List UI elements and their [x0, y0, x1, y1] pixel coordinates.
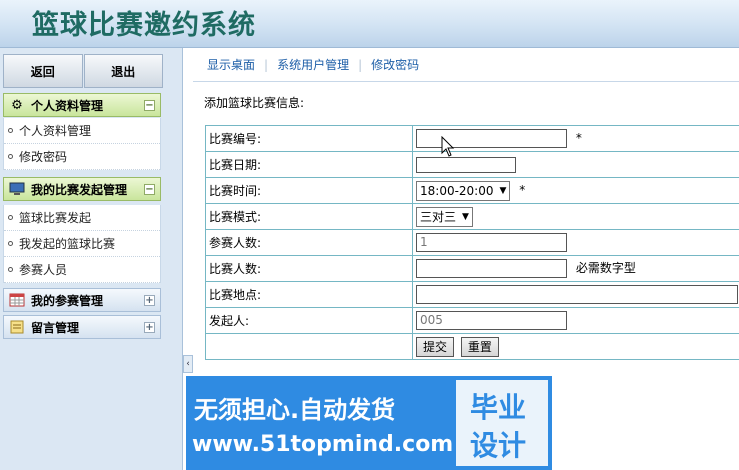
sidebar-item-change-password[interactable]: 修改密码	[4, 144, 160, 170]
logout-button[interactable]: 退出	[83, 54, 163, 88]
location-input[interactable]	[416, 285, 738, 304]
form-cell: 1	[412, 229, 739, 256]
sidebar-item-create-match[interactable]: 篮球比赛发起	[4, 205, 160, 231]
participants-label: 参赛人数:	[205, 229, 413, 256]
chevron-down-icon: ▼	[462, 211, 469, 222]
collapse-icon[interactable]: −	[144, 99, 155, 111]
chevron-down-icon: ▼	[499, 185, 507, 196]
form-cell: 提交 重置	[412, 333, 739, 360]
sidebar-item-label: 篮球比赛发起	[19, 211, 92, 225]
bullet-icon	[8, 154, 13, 159]
form-row: 比赛编号: *	[205, 125, 739, 152]
match-time-value: 18:00-20:00	[420, 183, 494, 198]
form-row: 参赛人数: 1	[205, 229, 739, 256]
form-cell	[412, 281, 739, 308]
panel-title: 我的参赛管理	[31, 293, 104, 308]
gear-icon: ⚙	[11, 97, 23, 113]
monitor-icon	[8, 181, 26, 197]
back-button[interactable]: 返回	[3, 54, 83, 88]
calendar-icon	[8, 292, 26, 308]
match-no-input[interactable]	[416, 129, 567, 148]
match-form: 比赛编号: * 比赛日期: 比赛时间: 18:00-20:00 ▼ * 比赛模式…	[205, 125, 739, 360]
match-mode-value: 三对三	[420, 210, 457, 224]
form-row: 比赛地点:	[205, 281, 739, 308]
match-time-select[interactable]: 18:00-20:00 ▼	[416, 180, 511, 201]
tab-user-management[interactable]: 系统用户管理	[277, 56, 349, 73]
form-row: 比赛日期:	[205, 151, 739, 178]
tab-change-password[interactable]: 修改密码	[371, 56, 419, 73]
panel-my-participation[interactable]: 我的参赛管理 +	[3, 288, 161, 312]
sidebar-item-my-created-matches[interactable]: 我发起的篮球比赛	[4, 231, 160, 257]
expand-icon[interactable]: +	[144, 321, 155, 333]
panel-title: 个人资料管理	[31, 98, 104, 113]
banner-box: 毕业 设计	[456, 380, 548, 466]
sidebar-item-label: 我发起的篮球比赛	[19, 237, 116, 251]
tab-show-desktop[interactable]: 显示桌面	[207, 56, 255, 73]
banner-box-text2: 设计	[470, 429, 527, 462]
panel-personal-info-body: 个人资料管理 修改密码	[3, 118, 161, 170]
required-mark: *	[519, 183, 526, 197]
watermark-banner: 无须担心.自动发货 www.51topmind.com 毕业 设计	[186, 376, 552, 470]
sidebar-item-label: 参赛人员	[19, 263, 68, 277]
panel-title: 我的比赛发起管理	[31, 182, 128, 197]
form-row: 发起人: 005	[205, 307, 739, 334]
sidebar-item-label: 修改密码	[19, 150, 68, 164]
match-mode-label: 比赛模式:	[205, 203, 413, 230]
form-cell: 005	[412, 307, 739, 334]
tab-divider: |	[358, 57, 363, 72]
form-cell	[412, 151, 739, 178]
expand-icon[interactable]: +	[144, 294, 155, 306]
match-mode-select[interactable]: 三对三 ▼	[416, 206, 473, 227]
collapse-icon[interactable]: −	[144, 183, 155, 195]
form-row: 比赛时间: 18:00-20:00 ▼ *	[205, 177, 739, 204]
sidebar-top-buttons: 返回 退出	[3, 54, 163, 88]
sidebar-item-profile[interactable]: 个人资料管理	[4, 118, 160, 144]
banner-line1: 无须担心.自动发货	[194, 396, 396, 424]
players-input[interactable]	[416, 259, 567, 278]
banner-url: www.51topmind.com	[192, 432, 454, 457]
form-row: 比赛人数: 必需数字型	[205, 255, 739, 282]
players-hint: 必需数字型	[575, 261, 636, 275]
match-date-input[interactable]	[416, 156, 516, 173]
sidebar-item-label: 个人资料管理	[19, 124, 92, 138]
form-cell: 必需数字型	[412, 255, 739, 282]
panel-my-matches[interactable]: 我的比赛发起管理 −	[3, 177, 161, 201]
reset-button[interactable]: 重置	[460, 336, 499, 357]
mouse-cursor-icon	[441, 136, 455, 157]
form-row: 比赛模式: 三对三 ▼	[205, 203, 739, 230]
location-label: 比赛地点:	[205, 281, 413, 308]
submit-button[interactable]: 提交	[416, 336, 455, 357]
panel-my-matches-body: 篮球比赛发起 我发起的篮球比赛 参赛人员	[3, 205, 161, 283]
form-cell: *	[412, 125, 739, 152]
form-cell: 三对三 ▼	[412, 203, 739, 230]
bullet-icon	[8, 128, 13, 133]
sidebar-collapse-icon[interactable]: ‹	[183, 355, 193, 373]
bullet-icon	[8, 241, 13, 246]
panel-messages[interactable]: 留言管理 +	[3, 315, 161, 339]
initiator-input[interactable]: 005	[416, 311, 567, 330]
app-header: 篮球比赛邀约系统	[0, 0, 739, 48]
note-icon	[8, 319, 26, 335]
match-time-label: 比赛时间:	[205, 177, 413, 204]
top-nav: 显示桌面 | 系统用户管理 | 修改密码	[193, 48, 739, 82]
panel-title: 留言管理	[31, 320, 80, 335]
sidebar-item-participants[interactable]: 参赛人员	[4, 257, 160, 283]
sidebar: 返回 退出 ⚙ 个人资料管理 − 个人资料管理 修改密码 我的比赛发起管理 − …	[0, 48, 183, 470]
panel-personal-info[interactable]: ⚙ 个人资料管理 −	[3, 93, 161, 117]
initiator-label: 发起人:	[205, 307, 413, 334]
bullet-icon	[8, 215, 13, 220]
form-cell: 18:00-20:00 ▼ *	[412, 177, 739, 204]
match-no-label: 比赛编号:	[205, 125, 413, 152]
banner-box-text1: 毕业	[470, 391, 527, 424]
required-mark: *	[575, 131, 582, 145]
form-row: 提交 重置	[205, 333, 739, 360]
app-title: 篮球比赛邀约系统	[32, 10, 256, 41]
form-caption: 添加篮球比赛信息:	[204, 96, 305, 110]
bullet-icon	[8, 267, 13, 272]
match-date-label: 比赛日期:	[205, 151, 413, 178]
empty-cell	[205, 333, 413, 360]
tab-divider: |	[264, 57, 269, 72]
participants-input[interactable]: 1	[416, 233, 567, 252]
players-label: 比赛人数:	[205, 255, 413, 282]
